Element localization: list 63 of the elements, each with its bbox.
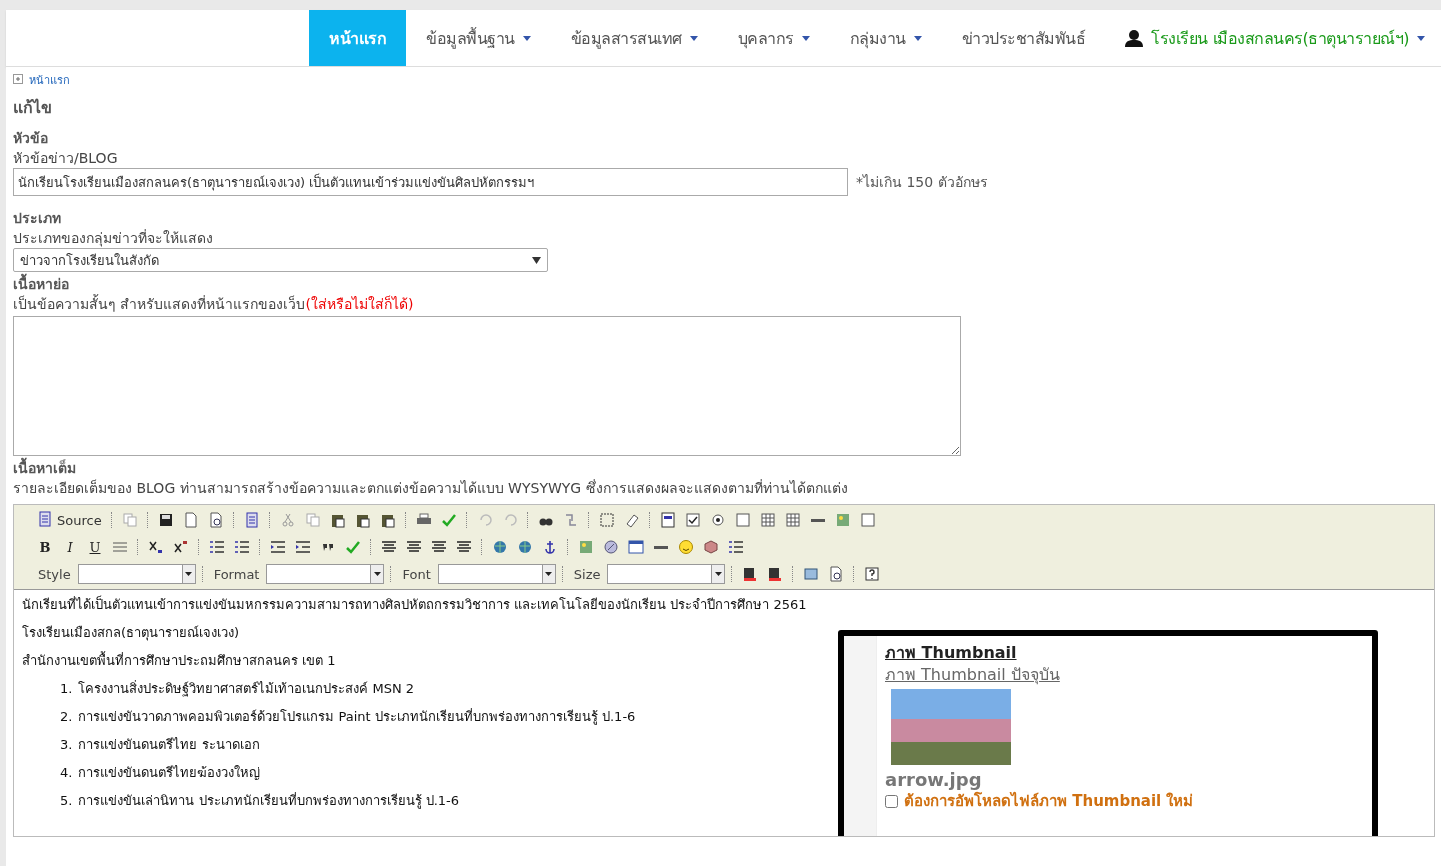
dropdown-field[interactable] [266,564,385,584]
dropdown-arrow-icon [185,572,193,576]
nav-link[interactable]: ข้อมูลพื้นฐาน [406,10,551,66]
nav-link[interactable]: ข้อมูลสารสนเทศ [550,10,718,66]
source-button[interactable]: Source [34,509,105,531]
field-label: เป็นข้อความสั้นๆ สำหรับแสดงที่หน้าแรกของเว็บ(ใส่หรือไม่ใส่ก็ได้) [13,294,415,314]
caret-icon [522,35,531,41]
list-number: 5. [60,792,73,810]
category-select[interactable]: ข่าวจากโรงเรียนในสังกัด [13,248,548,272]
summary-field[interactable] [13,316,961,456]
paragraph: นักเรียนที่ได้เป็นตัวแทนเข้าการแข่งขันมหกรรมความสามารถทางศิลปหัตถกรรมวิชาการ และเทคโนโลยีของนักเรียน ประจำปีการศึกษา 2561 [22,596,807,614]
section-heading: เนื้อหาเต็ม [13,458,1435,478]
nav-link[interactable]: กลุ่มงาน [829,10,942,66]
list-item: การแข่งขันวาดภาพคอมพิวเตอร์ด้วยโปรแกรม Paint ประเภทนักเรียนที่บกพร่องทางการเรียนรู้ ป.1-6 [78,708,636,726]
field-label: รายละเอียดเต็มของ BLOG ท่านสามารถสร้างข้อความและตกแต่งข้อความได้แบบ WYSYWYG ซึ่งการแสดงผลจะแสดงตามที่ท่านได้ตกแต่ง [13,478,849,498]
list-number: 4. [60,764,73,782]
dropdown-label: Format [213,566,260,582]
list-item: การแข่งขันดนตรีไทย ระนาดเอก [78,736,260,754]
dropdown-label: Style [38,566,71,582]
breadcrumb-link[interactable]: หน้าแรก [29,71,70,89]
format-button[interactable]: I [59,536,81,558]
file-name: arrow.jpg [885,769,982,790]
list-item: การแข่งขันดนตรีไทยฆ้องวงใหญ่ [78,764,261,782]
dropdown-arrow-icon [545,572,553,576]
caret-icon [1417,35,1425,41]
headline-field[interactable]: นักเรียนโรงเรียนเมืองสกลนคร(ธาตุนารายณ์เจงเวง) เป็นตัวแทนเข้าร่วมแข่งขันศิลปหัตกรรมฯ [13,168,848,196]
dropdown-arrow-icon [714,572,722,576]
expand-icon [13,73,23,87]
length-note: *ไม่เกิน 150 ตัวอักษร [856,173,988,192]
list-item: โครงงานสิ่งประดิษฐ์วิทยาศาสตร์ไม้เท้าอเนกประสงค์ MSN 2 [78,680,415,698]
paragraph: สำนักงานเขตพื้นที่การศึกษาประถมศึกษาสกลนคร เขต 1 [22,652,336,670]
list-item: การแข่งขันเล่านิทาน ประเภทนักเรียนที่บกพร่องทางการเรียนรู้ ป.1-6 [78,792,460,810]
caret-icon [801,35,810,41]
field-label: ประเภทของกลุ่มข่าวที่จะให้แสดง [13,228,214,248]
caret-icon [913,35,922,41]
user-menu[interactable]: โรงเรียน เมืองสกลนคร(ธาตุนารายณ์ฯ) [1105,10,1431,66]
nav-link[interactable]: บุคลากร [717,10,830,66]
paragraph: โรงเรียนเมืองสกล(ธาตุนารายณ์เจงเวง) [22,624,240,642]
list-number: 1. [60,680,73,698]
section-heading: ประเภท [13,209,62,228]
user-icon [1125,29,1144,47]
upload-checkbox[interactable] [885,795,898,808]
format-button[interactable]: B [34,536,56,558]
section-heading: หัวข้อ [13,129,49,148]
source-icon [37,510,53,530]
dropdown-label: Size [573,566,601,582]
section-heading: เนื้อหาย่อ [13,274,1435,294]
thumbnail-heading: ภาพ Thumbnail [885,642,1017,663]
list-number: 2. [60,708,73,726]
dropdown-arrow-icon [373,572,381,576]
dropdown-field[interactable] [607,564,726,584]
format-button[interactable]: U [84,536,106,558]
dropdown-label: Font [402,566,431,582]
list-number: 3. [60,736,73,754]
caret-icon [689,35,698,41]
upload-label: ต้องการอัพโหลดไฟล์ภาพ Thumbnail ใหม่ [904,791,1194,812]
dropdown-arrow-icon [532,256,541,264]
field-label: หัวข้อข่าว/BLOG [13,149,119,168]
current-thumbnail-label: ภาพ Thumbnail ปัจจุบัน [885,664,1060,685]
nav-link[interactable]: ข่าวประชาสัมพันธ์ [941,10,1106,66]
dropdown-field[interactable] [437,564,556,584]
dropdown-field[interactable] [77,564,196,584]
page-title: แก้ไข [13,97,53,119]
